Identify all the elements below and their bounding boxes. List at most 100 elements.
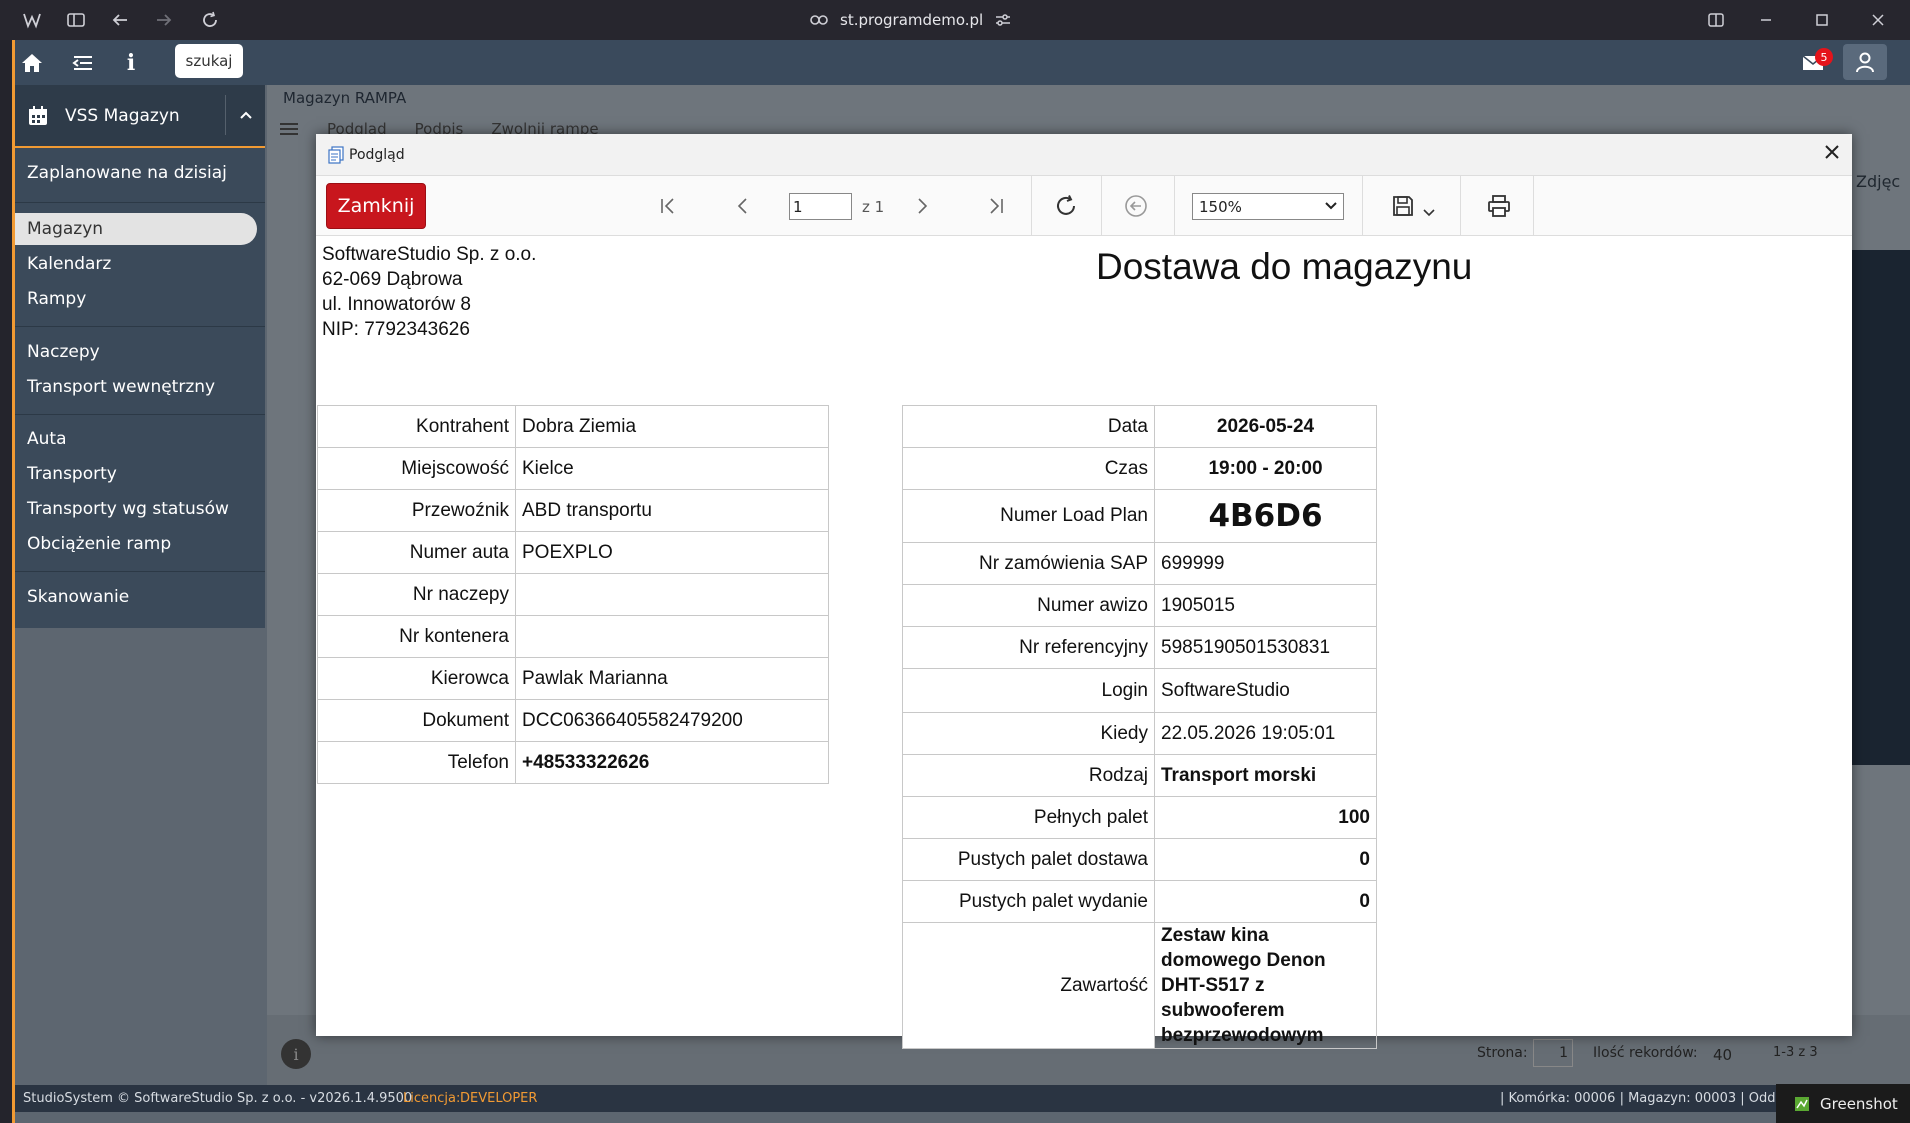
menu-collapse-icon[interactable] bbox=[69, 50, 97, 76]
modal-close-icon[interactable] bbox=[1824, 144, 1840, 160]
shipment-info-table: Kontrahent Dobra Ziemia Miejscowość Kielce P… bbox=[317, 405, 829, 784]
next-page-icon[interactable] bbox=[907, 191, 937, 221]
preview-modal: Podgląd Zamknij 1 z 1 150% SoftwareStudi… bbox=[316, 134, 1852, 1049]
field-label: Numer awizo bbox=[902, 584, 1155, 627]
field-label: Pustych palet dostawa bbox=[902, 838, 1155, 881]
field-value: SoftwareStudio bbox=[1154, 668, 1377, 713]
sidebar-item-transport-wewnetrzny[interactable]: Transport wewnętrzny bbox=[27, 371, 215, 403]
pager-records-label: Ilość rekordów: bbox=[1593, 1045, 1698, 1061]
minimize-icon[interactable] bbox=[1752, 8, 1780, 32]
table-row: Numer Load Plan 4B6D6 bbox=[902, 489, 1377, 543]
pager-page-label: Strona: bbox=[1477, 1045, 1528, 1061]
sidebar-item-auta[interactable]: Auta bbox=[27, 423, 67, 455]
field-value: 2026-05-24 bbox=[1154, 405, 1377, 448]
search-button[interactable]: szukaj bbox=[175, 44, 243, 78]
sidebar-item-kalendarz[interactable]: Kalendarz bbox=[27, 248, 111, 280]
background-column-header: Zdjęc bbox=[1852, 164, 1910, 199]
print-icon[interactable] bbox=[1484, 191, 1514, 221]
field-value: POEXPLO bbox=[515, 531, 829, 574]
split-view-icon[interactable] bbox=[1702, 8, 1730, 32]
back-to-parent-icon[interactable] bbox=[1121, 191, 1151, 221]
sidebar-item-naczepy[interactable]: Naczepy bbox=[27, 336, 100, 368]
field-label: Rodzaj bbox=[902, 754, 1155, 797]
site-settings-icon[interactable] bbox=[995, 13, 1011, 27]
company-postal: 62-069 Dąbrowa bbox=[322, 269, 463, 290]
last-page-icon[interactable] bbox=[981, 191, 1011, 221]
field-label: Dokument bbox=[317, 699, 516, 742]
address-bar[interactable]: st.programdemo.pl bbox=[810, 6, 1050, 34]
license-label: Licencja: bbox=[403, 1091, 461, 1106]
forward-icon[interactable] bbox=[150, 8, 178, 32]
sidebar-item-rampy[interactable]: Rampy bbox=[27, 283, 86, 315]
sidebar-empty-area bbox=[15, 628, 265, 1088]
table-row: Pełnych palet 100 bbox=[902, 796, 1377, 839]
field-value: 0 bbox=[1154, 838, 1377, 881]
license-value: DEVELOPER bbox=[460, 1091, 538, 1106]
zoom-select[interactable]: 150% bbox=[1192, 193, 1344, 220]
field-value: DCC06366405582479200 bbox=[515, 699, 829, 742]
back-icon[interactable] bbox=[106, 8, 134, 32]
field-label: Zawartość bbox=[902, 922, 1155, 1049]
hamburger-icon[interactable] bbox=[279, 121, 299, 137]
field-label: Numer Load Plan bbox=[902, 489, 1155, 543]
field-value: 0 bbox=[1154, 880, 1377, 923]
sidebar: VSS Magazyn Zaplanowane na dzisiaj Magaz… bbox=[15, 85, 265, 1088]
maximize-icon[interactable] bbox=[1808, 8, 1836, 32]
field-value: Dobra Ziemia bbox=[515, 405, 829, 448]
pager-range: 1-3 z 3 bbox=[1773, 1045, 1818, 1060]
reload-icon[interactable] bbox=[196, 8, 224, 32]
field-label: Nr zamówienia SAP bbox=[902, 542, 1155, 585]
table-row: Telefon +48533322626 bbox=[317, 741, 829, 784]
field-label: Miejscowość bbox=[317, 447, 516, 490]
refresh-icon[interactable] bbox=[1051, 191, 1081, 221]
sidebar-divider bbox=[15, 326, 265, 327]
pager-page-input[interactable]: 1 bbox=[1533, 1039, 1573, 1067]
save-dropdown-icon[interactable] bbox=[1414, 198, 1444, 228]
field-label: Kierowca bbox=[317, 657, 516, 700]
sidebar-item-zaplanowane[interactable]: Zaplanowane na dzisiaj bbox=[27, 157, 227, 189]
info-icon[interactable]: i bbox=[117, 50, 145, 76]
sidebar-header[interactable]: VSS Magazyn bbox=[15, 85, 265, 148]
field-label: Kontrahent bbox=[317, 405, 516, 448]
chevron-up-icon[interactable] bbox=[225, 95, 265, 135]
table-row: Nr naczepy bbox=[317, 573, 829, 616]
calendar-icon bbox=[27, 105, 49, 127]
table-row: Kierowca Pawlak Marianna bbox=[317, 657, 829, 700]
sidebar-item-transporty-wg-statusow[interactable]: Transporty wg statusów bbox=[27, 493, 229, 525]
info-circle-icon[interactable]: i bbox=[281, 1039, 311, 1069]
table-row: Przewoźnik ABD transportu bbox=[317, 489, 829, 532]
table-row: Nr kontenera bbox=[317, 615, 829, 658]
field-value: Kielce bbox=[515, 447, 829, 490]
sidebar-item-skanowanie[interactable]: Skanowanie bbox=[27, 581, 129, 613]
table-row: Numer awizo 1905015 bbox=[902, 584, 1377, 627]
prev-page-icon[interactable] bbox=[728, 191, 758, 221]
user-avatar[interactable] bbox=[1843, 44, 1887, 80]
first-page-icon[interactable] bbox=[653, 191, 683, 221]
window-close-icon[interactable] bbox=[1864, 8, 1892, 32]
toolbar-divider bbox=[1031, 176, 1032, 236]
greenshot-label: Greenshot bbox=[1820, 1094, 1898, 1113]
field-label: Numer auta bbox=[317, 531, 516, 574]
pager-records-select[interactable]: 40 bbox=[1709, 1041, 1761, 1069]
browser-logo-icon[interactable] bbox=[18, 8, 46, 32]
field-value: 4B6D6 bbox=[1154, 489, 1377, 543]
sidebar-toggle-icon[interactable] bbox=[62, 8, 90, 32]
field-value bbox=[515, 615, 829, 658]
document-icon bbox=[328, 146, 344, 164]
home-icon[interactable] bbox=[18, 50, 46, 76]
toolbar-divider bbox=[1533, 176, 1534, 236]
table-row: Dokument DCC06366405582479200 bbox=[317, 699, 829, 742]
field-label: Kiedy bbox=[902, 712, 1155, 755]
table-row: Pustych palet dostawa 0 bbox=[902, 838, 1377, 881]
sidebar-item-magazyn[interactable]: Magazyn bbox=[15, 213, 257, 245]
mail-icon[interactable]: 5 bbox=[1799, 48, 1833, 76]
page-number-input[interactable]: 1 bbox=[789, 193, 852, 220]
zamknij-button[interactable]: Zamknij bbox=[326, 183, 426, 229]
background-title: Magazyn RAMPA bbox=[283, 89, 407, 107]
field-label: Przewoźnik bbox=[317, 489, 516, 532]
greenshot-notification[interactable]: Greenshot bbox=[1776, 1084, 1910, 1123]
page-count: z 1 bbox=[862, 198, 885, 216]
sidebar-item-transporty[interactable]: Transporty bbox=[27, 458, 117, 490]
sidebar-item-obciazenie-ramp[interactable]: Obciążenie ramp bbox=[27, 528, 171, 560]
toolbar-divider bbox=[1174, 176, 1175, 236]
